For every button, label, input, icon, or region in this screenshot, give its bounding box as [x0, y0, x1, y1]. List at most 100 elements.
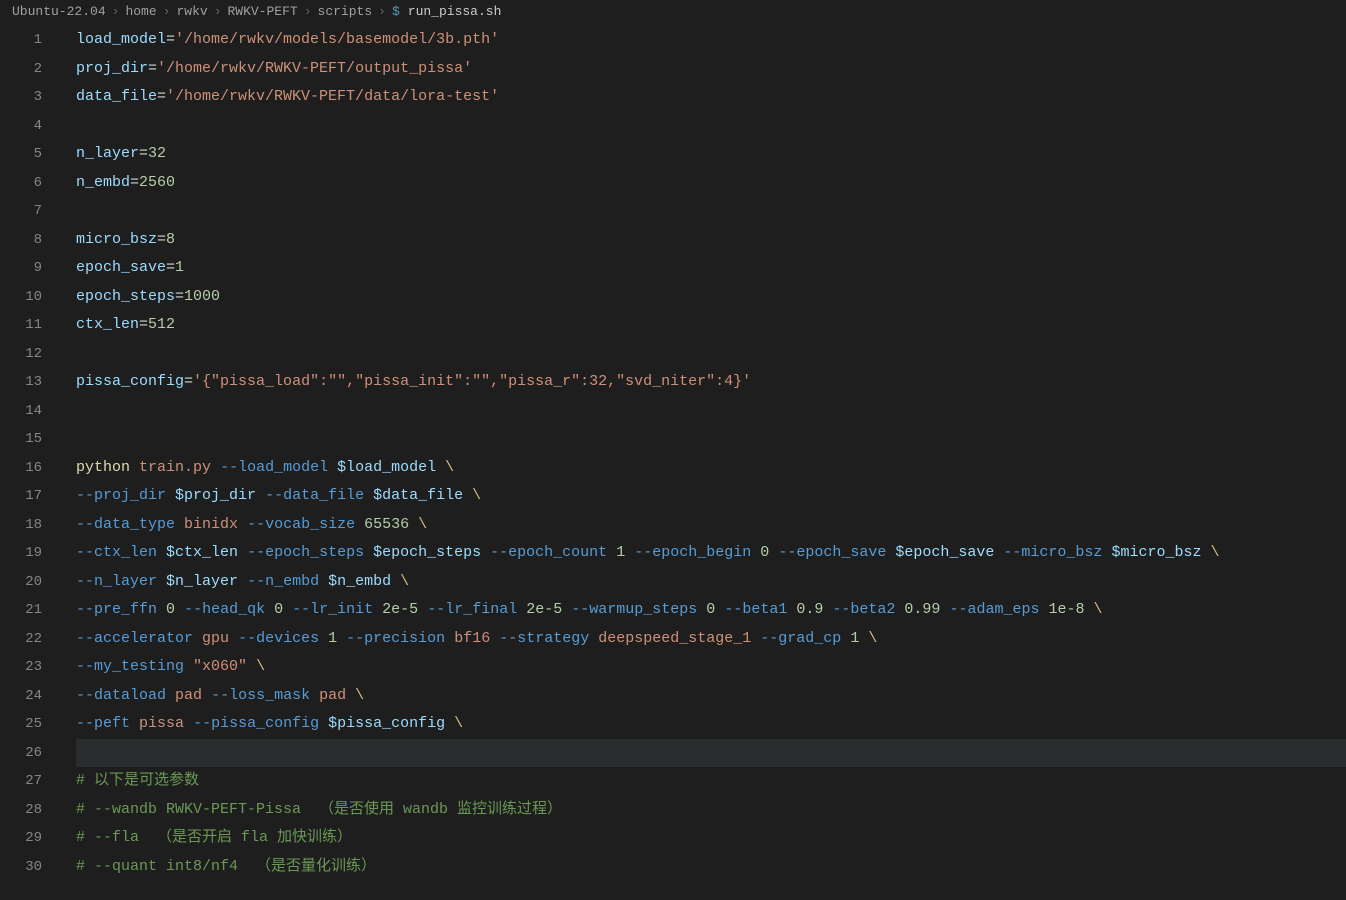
token-op: [238, 573, 247, 590]
token-var: epoch_save: [76, 259, 166, 276]
code-line[interactable]: data_file='/home/rwkv/RWKV-PEFT/data/lor…: [76, 83, 1346, 112]
token-dollar: $n_layer: [166, 573, 238, 590]
token-flag: --proj_dir: [76, 487, 166, 504]
line-number: 12: [0, 340, 64, 369]
token-var: ctx_len: [76, 316, 139, 333]
token-op: [517, 601, 526, 618]
code-line[interactable]: --dataload pad --loss_mask pad \: [76, 682, 1346, 711]
code-line[interactable]: epoch_steps=1000: [76, 283, 1346, 312]
token-flag: --beta2: [832, 601, 895, 618]
token-dollar: $epoch_save: [895, 544, 994, 561]
code-line[interactable]: ctx_len=512: [76, 311, 1346, 340]
token-op: [247, 658, 256, 675]
token-flag: --grad_cp: [760, 630, 841, 647]
code-line[interactable]: [76, 397, 1346, 426]
line-number: 16: [0, 454, 64, 483]
token-dollar: $n_embd: [328, 573, 391, 590]
code-line[interactable]: # --wandb RWKV-PEFT-Pissa （是否使用 wandb 监控…: [76, 796, 1346, 825]
code-line[interactable]: proj_dir='/home/rwkv/RWKV-PEFT/output_pi…: [76, 55, 1346, 84]
token-op: [166, 687, 175, 704]
line-number: 26: [0, 739, 64, 768]
code-line[interactable]: --accelerator gpu --devices 1 --precisio…: [76, 625, 1346, 654]
code-line[interactable]: epoch_save=1: [76, 254, 1346, 283]
code-line[interactable]: [76, 340, 1346, 369]
breadcrumb-item[interactable]: scripts: [318, 4, 373, 19]
code-line[interactable]: --ctx_len $ctx_len --epoch_steps $epoch_…: [76, 539, 1346, 568]
token-op: =: [175, 288, 184, 305]
code-line[interactable]: [76, 112, 1346, 141]
chevron-right-icon: ›: [112, 4, 120, 19]
chevron-right-icon: ›: [378, 4, 386, 19]
code-line[interactable]: --peft pissa --pissa_config $pissa_confi…: [76, 710, 1346, 739]
breadcrumb-item[interactable]: rwkv: [176, 4, 207, 19]
token-op: [751, 544, 760, 561]
token-op: [625, 544, 634, 561]
token-op: [589, 630, 598, 647]
code-line[interactable]: python train.py --load_model $load_model…: [76, 454, 1346, 483]
code-area[interactable]: load_model='/home/rwkv/models/basemodel/…: [64, 26, 1346, 881]
token-str: "x060": [193, 658, 247, 675]
token-num-lit: 0.9: [796, 601, 823, 618]
token-flag: --warmup_steps: [571, 601, 697, 618]
token-cmd: python: [76, 459, 130, 476]
code-line[interactable]: load_model='/home/rwkv/models/basemodel/…: [76, 26, 1346, 55]
code-line[interactable]: [76, 739, 1346, 768]
token-op: [337, 630, 346, 647]
code-editor[interactable]: 1234567891011121314151617181920212223242…: [0, 22, 1346, 881]
breadcrumb-item[interactable]: Ubuntu-22.04: [12, 4, 106, 19]
code-line[interactable]: --n_layer $n_layer --n_embd $n_embd \: [76, 568, 1346, 597]
line-number: 30: [0, 853, 64, 882]
token-flag: --my_testing: [76, 658, 184, 675]
token-arg: binidx: [184, 516, 238, 533]
token-op: [157, 544, 166, 561]
token-num-lit: 0: [760, 544, 769, 561]
token-esc: \: [256, 658, 265, 675]
token-op: [130, 715, 139, 732]
line-number: 21: [0, 596, 64, 625]
code-line[interactable]: # --quant int8/nf4 （是否量化训练）: [76, 853, 1346, 882]
code-line[interactable]: pissa_config='{"pissa_load":"","pissa_in…: [76, 368, 1346, 397]
token-op: [346, 687, 355, 704]
token-arg: bf16: [454, 630, 490, 647]
token-flag: --data_file: [265, 487, 364, 504]
token-op: [229, 630, 238, 647]
line-number: 3: [0, 83, 64, 112]
line-number: 28: [0, 796, 64, 825]
code-line[interactable]: --my_testing "x060" \: [76, 653, 1346, 682]
breadcrumb[interactable]: Ubuntu-22.04 › home › rwkv › RWKV-PEFT ›…: [0, 0, 1346, 22]
token-esc: \: [1210, 544, 1219, 561]
token-flag: --peft: [76, 715, 130, 732]
code-line[interactable]: n_embd=2560: [76, 169, 1346, 198]
token-flag: --lr_init: [292, 601, 373, 618]
token-op: [364, 487, 373, 504]
token-esc: \: [454, 715, 463, 732]
breadcrumb-item[interactable]: home: [125, 4, 156, 19]
code-line[interactable]: --pre_ffn 0 --head_qk 0 --lr_init 2e-5 -…: [76, 596, 1346, 625]
code-line[interactable]: [76, 425, 1346, 454]
chevron-right-icon: ›: [163, 4, 171, 19]
token-flag: --head_qk: [184, 601, 265, 618]
line-number: 5: [0, 140, 64, 169]
breadcrumb-item[interactable]: RWKV-PEFT: [228, 4, 298, 19]
token-op: [166, 487, 175, 504]
token-dollar: $pissa_config: [328, 715, 445, 732]
token-flag: --epoch_steps: [247, 544, 364, 561]
token-num-lit: 2e-5: [382, 601, 418, 618]
breadcrumb-current-file[interactable]: run_pissa.sh: [408, 4, 502, 19]
line-number: 8: [0, 226, 64, 255]
token-str: '/home/rwkv/RWKV-PEFT/output_pissa': [157, 60, 472, 77]
token-arg: pissa: [139, 715, 184, 732]
code-line[interactable]: # 以下是可选参数: [76, 767, 1346, 796]
code-line[interactable]: micro_bsz=8: [76, 226, 1346, 255]
code-line[interactable]: n_layer=32: [76, 140, 1346, 169]
token-op: [184, 658, 193, 675]
token-op: [481, 544, 490, 561]
code-line[interactable]: --data_type binidx --vocab_size 65536 \: [76, 511, 1346, 540]
code-line[interactable]: [76, 197, 1346, 226]
token-op: [130, 459, 139, 476]
line-number: 19: [0, 539, 64, 568]
token-num-lit: 0: [274, 601, 283, 618]
token-num-lit: 8: [166, 231, 175, 248]
code-line[interactable]: # --fla （是否开启 fla 加快训练）: [76, 824, 1346, 853]
code-line[interactable]: --proj_dir $proj_dir --data_file $data_f…: [76, 482, 1346, 511]
